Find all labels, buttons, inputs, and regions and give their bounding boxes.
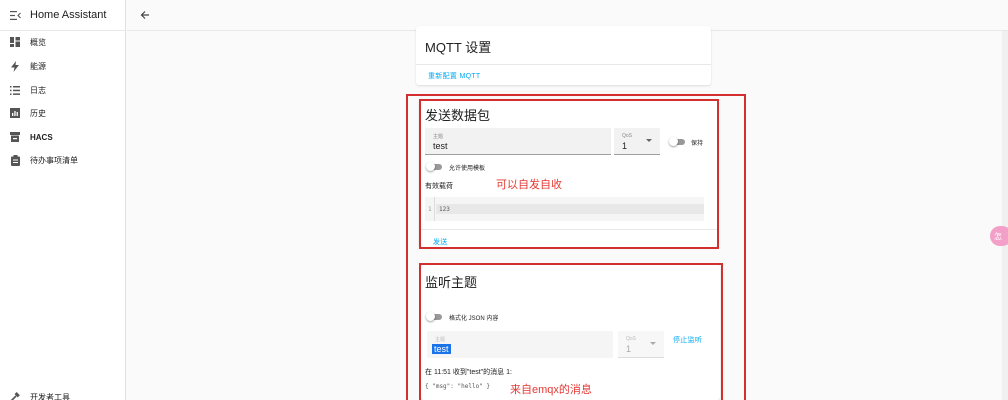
sidebar-item-hacs[interactable]: HACS (0, 126, 126, 148)
lightning-icon (0, 60, 30, 72)
app-title: Home Assistant (30, 9, 107, 21)
sidebar-item-label: 概览 (30, 37, 46, 47)
annotation-self-loop: 可以自发自收 (496, 179, 562, 191)
dashboard-icon (0, 37, 30, 47)
page-scrollbar[interactable] (1002, 31, 1008, 400)
sidebar-item-energy[interactable]: 能源 (0, 55, 126, 77)
floating-button-label: 怎 (994, 231, 1002, 241)
hammer-icon (0, 392, 30, 400)
sidebar-item-label: 能源 (30, 61, 46, 71)
clipboard-icon (0, 154, 30, 166)
sidebar-item-label: 日志 (30, 85, 46, 95)
sidebar-item-overview[interactable]: 概览 (0, 31, 126, 53)
reconfigure-mqtt-button[interactable]: 重新配置 MQTT (428, 71, 480, 81)
card-title: MQTT 设置 (425, 40, 492, 55)
divider (416, 64, 711, 65)
sidebar-item-logbook[interactable]: 日志 (0, 79, 126, 101)
sidebar-item-history[interactable]: 历史 (0, 102, 126, 124)
sidebar-item-label: 开发者工具 (30, 392, 70, 400)
sidebar-item-label: 待办事项清单 (30, 155, 78, 165)
annotation-publish-box (419, 99, 719, 249)
back-arrow-icon[interactable] (137, 7, 153, 23)
mqtt-settings-card: MQTT 设置 重新配置 MQTT (416, 26, 711, 85)
chart-icon (0, 108, 30, 118)
sidebar-item-developer-tools[interactable]: 开发者工具 (0, 386, 126, 400)
list-icon (0, 85, 30, 95)
sidebar: Home Assistant 概览 能源 日志 历史 HACS 待办事项清单 开… (0, 0, 126, 400)
sidebar-item-label: 历史 (30, 108, 46, 118)
annotation-listen-box (419, 263, 723, 400)
hacs-icon (0, 132, 30, 142)
sidebar-item-todo[interactable]: 待办事项清单 (0, 149, 126, 171)
sidebar-header: Home Assistant (0, 0, 125, 31)
floating-button[interactable]: 怎 (990, 226, 1008, 246)
menu-collapse-icon[interactable] (0, 10, 30, 20)
annotation-emqx-message: 来自emqx的消息 (510, 384, 592, 396)
sidebar-item-label: HACS (30, 132, 53, 142)
